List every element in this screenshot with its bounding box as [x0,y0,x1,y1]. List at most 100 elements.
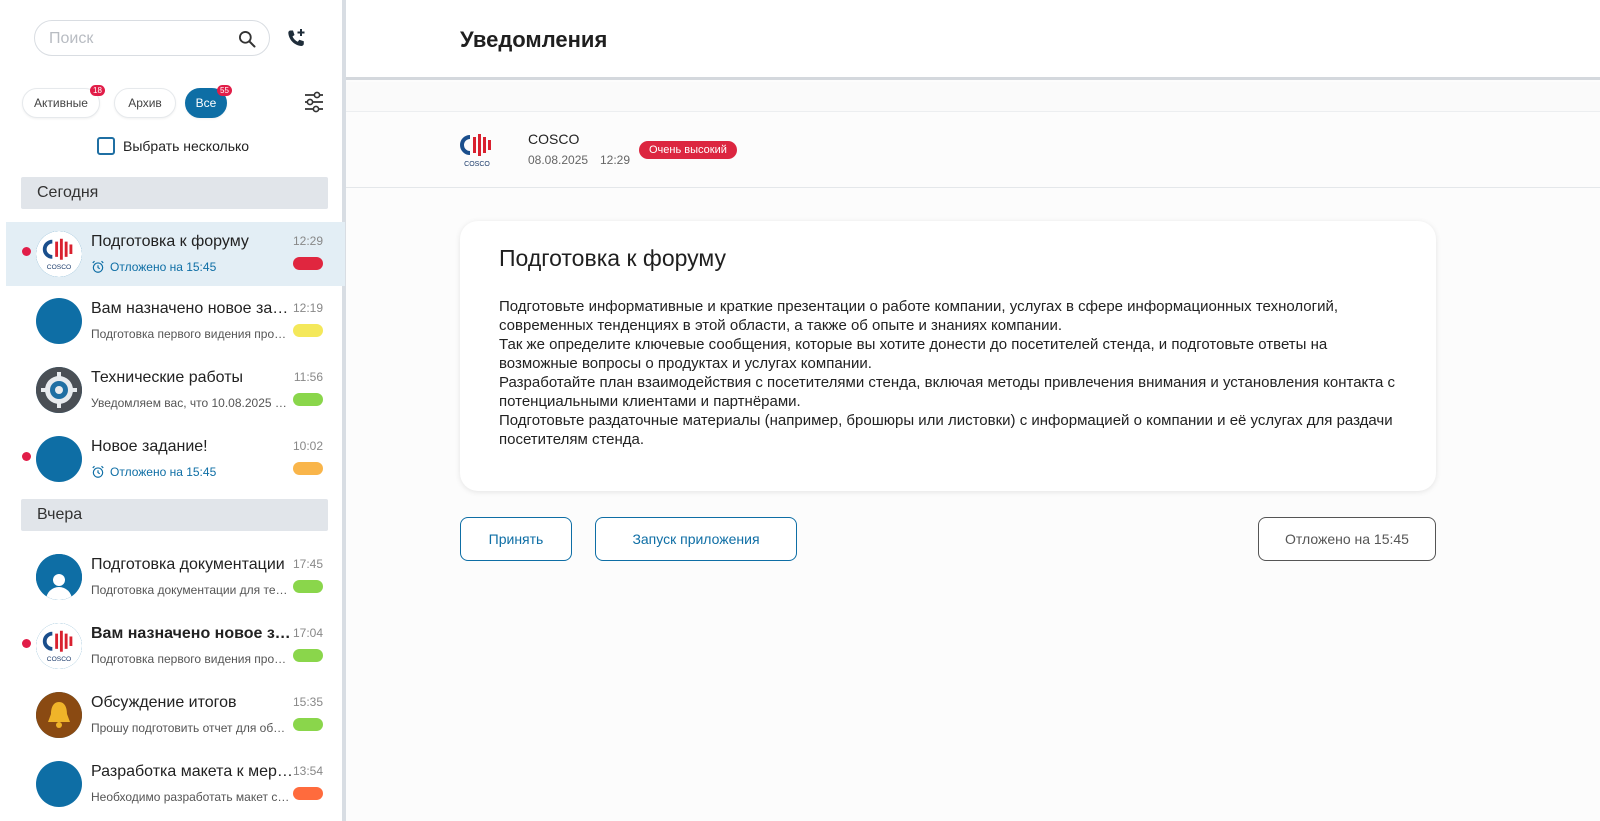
notification-time: 15:35 [292,695,323,709]
avatar [36,761,82,807]
notification-time: 13:54 [292,764,323,778]
filter-active-label: Активные [34,96,88,110]
user-icon [36,554,82,600]
unread-dot [22,639,31,648]
multi-select-checkbox[interactable] [97,137,115,155]
avatar: COSCO [36,623,82,669]
notification-subtitle: Подготовка документации для тестирования [91,583,291,597]
notification-time: 17:04 [292,626,323,640]
search-box[interactable] [34,20,270,56]
notification-time: 17:45 [292,557,323,571]
avatar: COSCO [36,231,82,277]
search-icon[interactable] [237,29,257,49]
unread-dot [22,452,31,461]
alarm-clock-icon [92,260,104,273]
priority-badge: Очень высокий [639,141,737,159]
header-strip [346,82,1600,112]
unread-dot [22,247,31,256]
priority-tag [293,580,323,593]
notification-title: Новое задание! [91,438,208,455]
snooze-label: Отложено на 15:45 [110,465,217,479]
message-paragraph: Так же определите ключевые сообщения, ко… [499,336,1328,372]
notification-time: 10:02 [292,439,323,453]
avatar [36,692,82,738]
snoozed-button[interactable]: Отложено на 15:45 [1258,517,1436,561]
notification-title: Вам назначено новое задание [91,300,296,317]
notification-subtitle: Отложено на 15:45 [91,465,291,479]
accept-button[interactable]: Принять [460,517,572,561]
section-today: Сегодня [21,177,328,209]
notification-item[interactable]: Новое задание! Отложено на 15:45 10:02 [6,427,345,491]
avatar [36,436,82,482]
priority-tag [293,393,323,406]
priority-tag [293,718,323,731]
notification-time: 12:29 [292,234,323,248]
filter-all-tab[interactable]: Все 55 [185,85,232,118]
snooze-label: Отложено на 15:45 [110,260,217,274]
sender-time: 12:29 [600,153,631,167]
notification-item[interactable]: Технические работы Уведомляем вас, что 10… [6,358,345,422]
notification-subtitle: Прошу подготовить отчет для обсуждения [91,721,291,735]
message-card: Подготовка к форуму Подготовьте информат… [460,221,1436,491]
bell-icon [36,692,82,738]
notification-subtitle: Необходимо разработать макет стенда [91,790,291,804]
filter-active-count: 18 [90,85,105,96]
notification-item[interactable]: Подготовка документации Подготовка докуме… [6,545,345,609]
notification-title: Подготовка к форуму [91,233,249,250]
avatar [36,554,82,600]
search-input[interactable] [49,29,229,49]
sender-name: COSCO [528,131,580,147]
filter-all-label: Все [195,96,217,110]
page-header: Уведомления [346,0,1600,80]
notification-subtitle: Отложено на 15:45 [91,260,291,274]
multi-select-label: Выбрать несколько [123,138,250,154]
gear-icon [36,367,82,413]
cosco-logo-icon: COSCO [36,231,82,277]
alarm-clock-icon [92,465,104,478]
message-title: Подготовка к форуму [499,245,726,271]
filter-tabs: Активные 18 Архив Все 55 [22,85,332,118]
notification-subtitle: Уведомляем вас, что 10.08.2025 будут про… [91,396,291,410]
notification-title: Разработка макета к мероприятию [91,763,296,780]
cosco-logo-icon: COSCO [460,134,491,168]
svg-text:COSCO: COSCO [47,264,71,271]
notification-item[interactable]: COSCO Вам назначено новое задание Подготов… [6,614,345,678]
priority-tag [293,649,323,662]
filter-archive-tab[interactable]: Архив [114,88,176,118]
svg-text:COSCO: COSCO [47,656,71,663]
page-title: Уведомления [460,27,608,52]
priority-tag [293,324,323,337]
message-paragraph: Подготовьте информативные и краткие през… [499,298,1339,334]
notification-title: Технические работы [91,369,244,386]
priority-tag [293,462,323,475]
cosco-logo-icon: COSCO [36,623,82,669]
notification-title: Обсуждение итогов [91,694,237,711]
filter-active-tab[interactable]: Активные 18 [22,85,105,118]
filter-settings-icon[interactable] [304,91,324,113]
launch-app-button[interactable]: Запуск приложения [595,517,797,561]
avatar [36,367,82,413]
svg-text:COSCO: COSCO [464,161,490,168]
message-body: Подготовьте информативные и краткие през… [499,297,1399,449]
notification-item[interactable]: COSCO Подготовка к форуму Отложено на 15:4… [6,222,345,286]
notification-item[interactable]: Разработка макета к мероприятию Необходим… [6,752,345,816]
priority-tag [293,787,323,800]
notification-time: 12:19 [292,301,323,315]
sender-date: 08.08.2025 [528,153,589,167]
priority-tag [293,257,323,270]
multi-select-option[interactable]: Выбрать несколько [97,137,249,155]
notification-title: Вам назначено новое задание [91,625,296,642]
sender-logo: COSCO [456,129,498,171]
phone-add-icon[interactable] [284,27,308,51]
notification-item[interactable]: Вам назначено новое задание Подготовка пе… [6,289,345,353]
notification-title: Подготовка документации [91,556,285,573]
filter-all-count: 55 [217,85,232,96]
notification-subtitle: Подготовка первого видения проекта [91,327,291,341]
notification-time: 11:56 [293,370,323,384]
filter-archive-label: Архив [128,96,162,110]
notification-subtitle: Подготовка первого видения проекта [91,652,291,666]
notification-item[interactable]: Обсуждение итогов Прошу подготовить отчет… [6,683,345,747]
section-yesterday: Вчера [21,499,328,531]
sidebar: Активные 18 Архив Все 55 Выбрать несколь… [0,0,346,821]
avatar [36,298,82,344]
